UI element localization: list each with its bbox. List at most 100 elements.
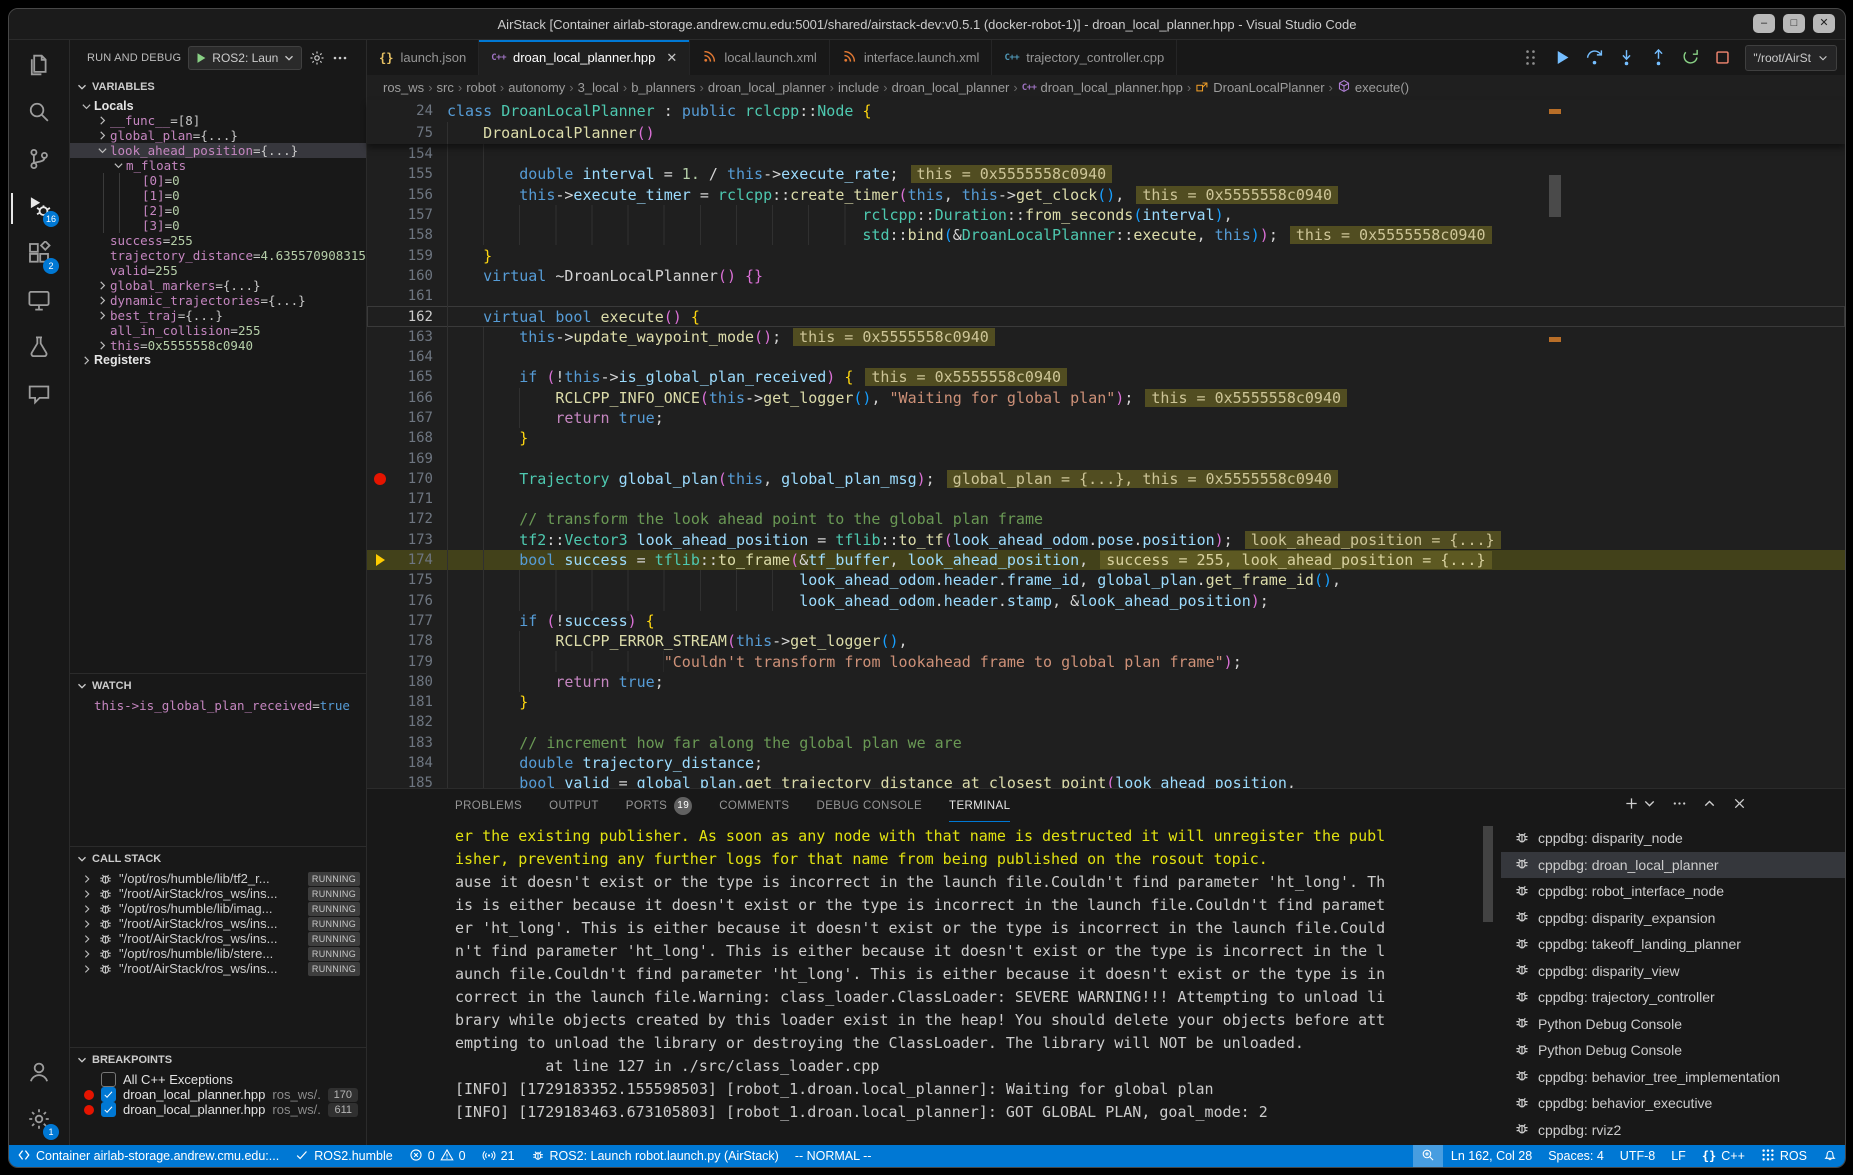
panel-tab-OUTPUT[interactable]: OUTPUT xyxy=(549,789,599,822)
status-encoding[interactable]: UTF-8 xyxy=(1612,1145,1663,1167)
terminal-session-item[interactable]: cppdbg: disparity_view xyxy=(1501,958,1845,985)
terminal-session-item[interactable]: cppdbg: disparity_node xyxy=(1501,825,1845,852)
terminal-session-item[interactable]: Python Debug Console xyxy=(1501,1037,1845,1064)
continue-icon[interactable] xyxy=(1553,48,1572,67)
terminal-session-item[interactable]: Python Debug Console xyxy=(1501,1011,1845,1038)
breadcrumb-item[interactable]: droan_local_planner xyxy=(892,80,1010,95)
breadcrumb-item[interactable]: 3_local xyxy=(578,80,619,95)
status-ros-distro[interactable]: ROS2.humble xyxy=(287,1145,401,1167)
breakpoint-checkbox[interactable] xyxy=(101,1072,116,1087)
close-button[interactable]: ✕ xyxy=(1813,14,1835,33)
gear-icon[interactable] xyxy=(309,50,325,66)
status-ports-indicator[interactable]: 21 xyxy=(474,1145,523,1167)
terminal-scrollbar-thumb[interactable] xyxy=(1483,826,1493,922)
variable-row[interactable]: global_markers = {...} xyxy=(70,278,366,293)
breakpoint-row[interactable]: droan_local_planner.hpp ros_ws/... 611 xyxy=(70,1102,366,1117)
terminal-session-item[interactable]: cppdbg: trajectory_controller xyxy=(1501,984,1845,1011)
stop-icon[interactable] xyxy=(1713,48,1732,67)
activity-run-debug[interactable]: 16 xyxy=(11,185,67,232)
breadcrumb-item[interactable]: droan_local_planner xyxy=(708,80,826,95)
variable-row[interactable]: m_floats xyxy=(70,158,366,173)
status-cursor-position[interactable]: Ln 162, Col 28 xyxy=(1443,1145,1540,1167)
call-stack-row[interactable]: "/root/AirStack/ros_ws/ins... RUNNING xyxy=(70,961,366,976)
activity-source-control[interactable] xyxy=(11,138,67,185)
call-stack-row[interactable]: "/root/AirStack/ros_ws/ins... RUNNING xyxy=(70,931,366,946)
variable-row[interactable]: [2] = 0 xyxy=(70,203,366,218)
terminal-session-item[interactable]: cppdbg: robot_interface_node xyxy=(1501,878,1845,905)
debug-launch-picker[interactable]: ROS2: Laun xyxy=(188,46,302,70)
variable-row[interactable]: all_in_collision = 255 xyxy=(70,323,366,338)
call-stack-row[interactable]: "/opt/ros/humble/lib/stere... RUNNING xyxy=(70,946,366,961)
debug-current-line-icon[interactable] xyxy=(367,554,393,566)
status-vim-mode[interactable]: -- NORMAL -- xyxy=(787,1145,880,1167)
breadcrumb-item[interactable]: DroanLocalPlanner xyxy=(1195,79,1324,96)
variables-section-header[interactable]: VARIABLES xyxy=(70,75,366,99)
breadcrumb-item[interactable]: src xyxy=(437,80,454,95)
breadcrumb-item[interactable]: robot xyxy=(466,80,496,95)
terminal-session-item[interactable]: cppdbg: rviz2 xyxy=(1501,1117,1845,1144)
activity-search[interactable] xyxy=(11,91,67,138)
watch-section-header[interactable]: WATCH xyxy=(70,674,366,698)
variable-row[interactable]: valid = 255 xyxy=(70,263,366,278)
code-editor[interactable]: 154155double interval = 1. / this->execu… xyxy=(367,144,1845,788)
variable-row[interactable]: dynamic_trajectories = {...} xyxy=(70,293,366,308)
tab-droan_local_planner.hpp[interactable]: C++ droan_local_planner.hpp ✕ xyxy=(479,40,690,75)
debug-console-picker[interactable]: "/root/AirSt xyxy=(1745,45,1837,71)
watch-row[interactable]: this->is_global_plan_received = true xyxy=(70,698,366,713)
more-actions-icon[interactable] xyxy=(332,50,348,66)
terminal-session-item[interactable]: cppdbg: behavior_executive xyxy=(1501,1090,1845,1117)
panel-tab-COMMENTS[interactable]: COMMENTS xyxy=(719,789,789,822)
variable-row[interactable]: [1] = 0 xyxy=(70,188,366,203)
chevron-up-icon[interactable] xyxy=(1702,796,1717,816)
maximize-button[interactable]: □ xyxy=(1783,14,1805,33)
panel-tab-PORTS[interactable]: PORTS 19 xyxy=(626,789,692,822)
variable-row[interactable]: global_plan = {...} xyxy=(70,128,366,143)
terminal-output[interactable]: er the existing publisher. As soon as an… xyxy=(367,822,1501,1145)
call-stack-row[interactable]: "/root/AirStack/ros_ws/ins... RUNNING xyxy=(70,916,366,931)
restart-icon[interactable] xyxy=(1681,48,1700,67)
breadcrumb-item[interactable]: autonomy xyxy=(508,80,565,95)
breadcrumb-item[interactable]: include xyxy=(838,80,879,95)
close-icon[interactable] xyxy=(1732,796,1747,816)
breakpoints-section-header[interactable]: BREAKPOINTS xyxy=(70,1048,366,1072)
status-problems-summary[interactable]: 00 xyxy=(401,1145,474,1167)
panel-tab-TERMINAL[interactable]: TERMINAL xyxy=(949,789,1010,822)
status-remote-indicator[interactable]: Container airlab-storage.andrew.cmu.edu:… xyxy=(9,1145,287,1167)
variable-row[interactable]: Locals xyxy=(70,99,366,113)
tab-interface.launch.xml[interactable]: interface.launch.xml xyxy=(830,40,993,75)
status-notifications[interactable] xyxy=(1815,1145,1845,1167)
close-icon[interactable]: ✕ xyxy=(666,50,677,66)
terminal-session-item[interactable]: cppdbg: takeoff_landing_planner xyxy=(1501,931,1845,958)
variable-row[interactable]: [3] = 0 xyxy=(70,218,366,233)
variable-row[interactable]: success = 255 xyxy=(70,233,366,248)
variable-row[interactable]: best_traj = {...} xyxy=(70,308,366,323)
tab-launch.json[interactable]: {} launch.json xyxy=(367,40,479,75)
chevron-down-icon[interactable] xyxy=(1642,796,1657,816)
tab-local.launch.xml[interactable]: local.launch.xml xyxy=(690,40,830,75)
activity-remote-explorer[interactable] xyxy=(11,279,67,326)
activity-extensions[interactable]: 2 xyxy=(11,232,67,279)
breakpoint-checkbox[interactable] xyxy=(101,1102,116,1117)
status-eol[interactable]: LF xyxy=(1663,1145,1694,1167)
variable-row[interactable]: [0] = 0 xyxy=(70,173,366,188)
variable-row[interactable]: look_ahead_position = {...} xyxy=(70,143,366,158)
panel-tab-PROBLEMS[interactable]: PROBLEMS xyxy=(455,789,522,822)
breakpoint-icon[interactable] xyxy=(367,473,393,485)
editor-scrollbar-thumb[interactable] xyxy=(1549,175,1561,217)
variable-row[interactable]: __func__ = [8] xyxy=(70,113,366,128)
breadcrumb-item[interactable]: b_planners xyxy=(631,80,695,95)
variable-row[interactable]: trajectory_distance = 4.63557090831592… xyxy=(70,248,366,263)
minimize-button[interactable]: – xyxy=(1753,14,1775,33)
breadcrumb-item[interactable]: C++droan_local_planner.hpp xyxy=(1022,80,1183,95)
variable-row[interactable]: this = 0x5555558c0940 xyxy=(70,338,366,353)
tab-trajectory_controller.cpp[interactable]: C++ trajectory_controller.cpp xyxy=(992,40,1177,75)
call-stack-row[interactable]: "/root/AirStack/ros_ws/ins... RUNNING xyxy=(70,886,366,901)
panel-tab-DEBUG CONSOLE[interactable]: DEBUG CONSOLE xyxy=(817,789,923,822)
grip-icon[interactable] xyxy=(1521,48,1540,67)
step-over-icon[interactable] xyxy=(1585,48,1604,67)
terminal-session-item[interactable]: cppdbg: disparity_expansion xyxy=(1501,905,1845,932)
variable-row[interactable]: Registers xyxy=(70,353,366,367)
status-language-mode[interactable]: {}C++ xyxy=(1694,1145,1753,1167)
activity-explorer[interactable] xyxy=(11,44,67,91)
ellipsis-icon[interactable] xyxy=(1672,796,1687,816)
